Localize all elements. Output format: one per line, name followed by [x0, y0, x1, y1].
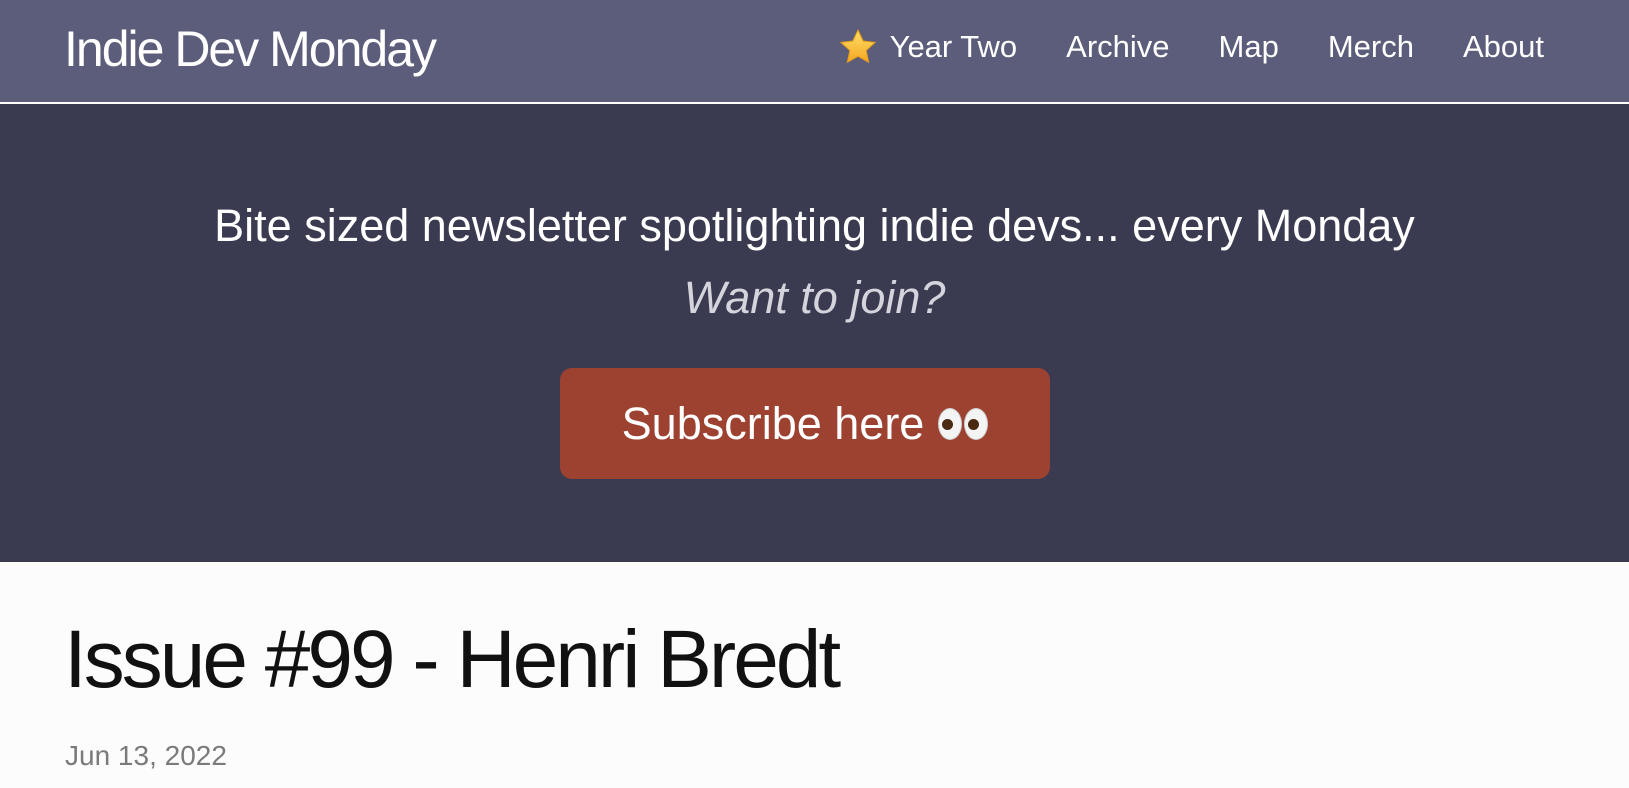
- site-header: Indie Dev Monday Year Two Archive Map Me…: [0, 0, 1629, 104]
- nav-item-merch[interactable]: Merch: [1328, 26, 1414, 68]
- nav-item-year-two[interactable]: Year Two: [838, 26, 1018, 68]
- subscribe-button[interactable]: Subscribe here: [560, 368, 1050, 479]
- nav-item-label: About: [1462, 29, 1544, 64]
- page-title: Issue #99 - Henri Bredt: [64, 614, 841, 705]
- nav-item-label: Merch: [1327, 29, 1414, 64]
- nav-item-archive[interactable]: Archive: [1066, 26, 1169, 68]
- nav-item-label: Archive: [1066, 29, 1170, 64]
- nav-item-label: Year Two: [889, 29, 1018, 64]
- hero-cta-text: Want to join?: [683, 272, 946, 323]
- publish-date: Jun 13, 2022: [65, 740, 227, 771]
- site-title-link[interactable]: Indie Dev Monday: [64, 20, 437, 78]
- nav-item-about[interactable]: About: [1463, 26, 1544, 68]
- nav-item-label: Map: [1218, 29, 1279, 64]
- nav-item-map[interactable]: Map: [1219, 26, 1279, 68]
- main-nav: Year Two Archive Map Merch About: [838, 26, 1544, 68]
- eyes-icon: [938, 407, 989, 440]
- hero-banner: Bite sized newsletter spotlighting indie…: [0, 104, 1629, 562]
- hero-tagline: Bite sized newsletter spotlighting indie…: [214, 200, 1415, 251]
- star-icon: [839, 28, 876, 64]
- article: Issue #99 - Henri Bredt Jun 13, 2022: [0, 562, 1629, 788]
- subscribe-button-label: Subscribe here: [621, 397, 925, 449]
